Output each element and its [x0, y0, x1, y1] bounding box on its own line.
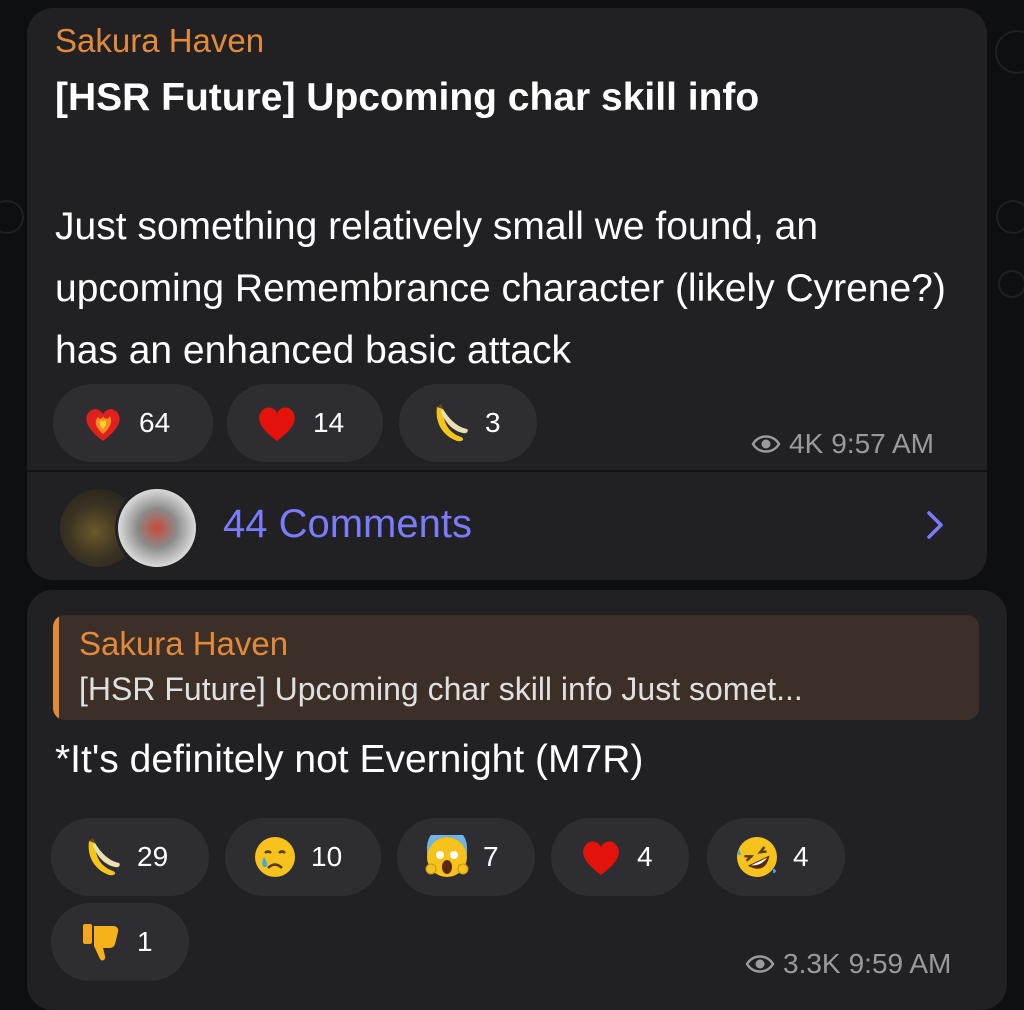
reaction-thumbs-down[interactable]: 1: [51, 903, 189, 981]
reaction-heart-on-fire[interactable]: 64: [53, 384, 213, 462]
screaming-face-icon: [425, 835, 469, 877]
reaction-count: 64: [139, 407, 171, 438]
reaction-count: 10: [311, 841, 343, 872]
post-body: Just something relatively small we found…: [55, 205, 946, 372]
channel-name[interactable]: Sakura Haven: [55, 22, 264, 60]
reaction-count: 4: [637, 841, 653, 872]
reaction-red-heart[interactable]: 4: [551, 818, 689, 896]
reaction-screaming-face[interactable]: 7: [397, 818, 535, 896]
post-time: 9:57 AM: [831, 428, 934, 459]
avatar: [115, 486, 199, 570]
background-doodle: [998, 270, 1024, 298]
post-meta: 4K 9:57 AM: [751, 428, 934, 460]
reply-text: *It's definitely not Evernight (M7R): [55, 738, 644, 781]
reaction-banana[interactable]: 29: [51, 818, 209, 896]
channel-post-bubble: Sakura Haven [HSR Future] Upcoming char …: [27, 8, 987, 580]
view-count: 4K: [789, 428, 824, 459]
reaction-count: 14: [313, 407, 345, 438]
chevron-right-icon[interactable]: [925, 510, 945, 540]
background-doodle: [0, 200, 24, 234]
eye-icon: [751, 435, 781, 453]
quote-text: [HSR Future] Upcoming char skill info Ju…: [79, 671, 803, 707]
view-count: 3.3K: [783, 948, 841, 979]
banana-icon: [88, 838, 120, 876]
reply-time: 9:59 AM: [848, 948, 952, 979]
reaction-red-heart[interactable]: 14: [227, 384, 383, 462]
rolling-laughing-face-icon: [737, 837, 777, 877]
eye-icon: [745, 955, 775, 973]
heart-on-fire-icon: [86, 409, 120, 441]
background-doodle: [996, 200, 1024, 234]
quote-author: Sakura Haven: [79, 625, 289, 662]
reply-quote[interactable]: Sakura Haven [HSR Future] Upcoming char …: [53, 615, 979, 720]
reaction-count: 1: [137, 926, 153, 957]
reaction-crying-face[interactable]: 10: [225, 818, 381, 896]
divider: [27, 470, 987, 472]
reaction-banana[interactable]: 3: [399, 384, 537, 462]
reaction-count: 29: [137, 841, 169, 872]
reply-message-bubble: Sakura Haven [HSR Future] Upcoming char …: [27, 590, 1007, 1010]
post-title: [HSR Future] Upcoming char skill info: [55, 76, 760, 119]
crying-face-icon: [255, 837, 295, 877]
reaction-count: 4: [793, 841, 809, 872]
red-heart-icon: [583, 841, 619, 875]
reaction-rolling-laughing[interactable]: 4: [707, 818, 845, 896]
red-heart-icon: [259, 407, 295, 441]
background-doodle: [995, 30, 1024, 74]
reaction-count: 7: [483, 841, 499, 872]
banana-icon: [436, 404, 468, 442]
reply-meta: 3.3K 9:59 AM: [745, 948, 951, 980]
thumbs-down-icon: [83, 924, 119, 961]
quote-accent-bar: [53, 615, 59, 720]
comments-link[interactable]: 44 Comments: [223, 502, 472, 547]
reaction-count: 3: [485, 407, 501, 438]
